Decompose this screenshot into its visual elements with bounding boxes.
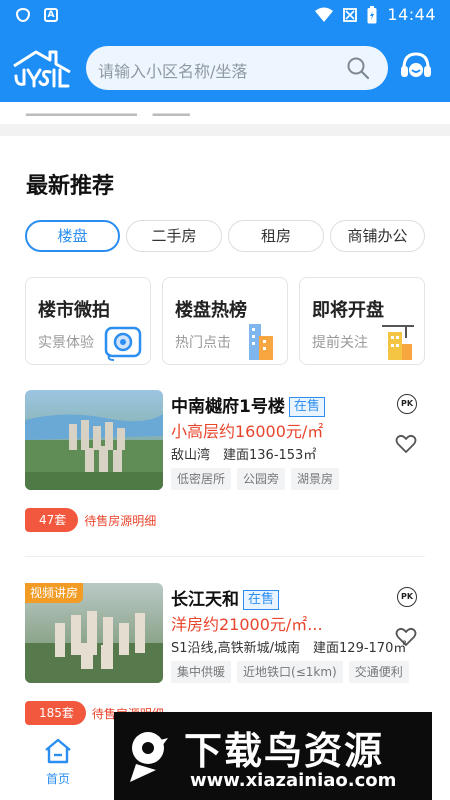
bird-logo-icon (130, 732, 168, 782)
favorite-heart-icon[interactable] (395, 434, 417, 454)
feature-subtitle: 热门点击 (175, 335, 231, 351)
app-notification-icon: A (44, 8, 58, 22)
listing-tag: 集中供暖 (171, 661, 232, 683)
listing-title: 长江天和 在售 (171, 585, 280, 610)
property-photo (25, 390, 163, 490)
clock: 14:44 (387, 5, 436, 24)
status-bar: A 14:44 (0, 0, 450, 32)
feature-title: 楼盘热榜 (175, 300, 247, 321)
nav-home-label: 首页 (45, 772, 70, 786)
watermark-title: 下载鸟资源 (184, 729, 385, 773)
category-tabs: 楼盘 二手房 租房 商铺办公 (25, 220, 425, 252)
signal-off-icon (343, 7, 358, 22)
tab-ershoufang[interactable]: 二手房 (126, 220, 222, 252)
building-icon (249, 324, 273, 360)
listing-tag: 近地铁口(≤1km) (237, 661, 343, 683)
feature-card-weipai[interactable]: 楼市微拍 实景体验 (25, 277, 151, 365)
watermark-overlay: 下载鸟资源 www.xiazainiao.com (114, 712, 432, 800)
wifi-icon (315, 7, 334, 22)
listing-tag: 低密居所 (171, 468, 232, 490)
unit-detail-link[interactable]: 待售房源明细 (84, 512, 156, 529)
feature-subtitle: 提前关注 (312, 335, 368, 351)
battery-icon (367, 5, 377, 23)
status-badge: 在售 (243, 590, 280, 610)
watermark-url: www.xiazainiao.com (190, 770, 397, 791)
listing-info: 敌山湾 建面136-153㎡ (171, 448, 317, 463)
listing-name: 中南樾府1号楼 (171, 397, 285, 417)
shield-icon (16, 8, 30, 22)
feature-card-kaipan[interactable]: 即将开盘 提前关注 (299, 277, 425, 365)
listing-divider (25, 556, 425, 557)
pk-compare-icon[interactable]: PK (397, 587, 417, 607)
feature-subtitle: 实景体验 (38, 335, 94, 351)
listing-tag: 交通便利 (348, 661, 409, 683)
feature-cards: 楼市微拍 实景体验 楼盘热榜 热门点击 即将开盘 提前关注 (25, 277, 425, 365)
nav-home[interactable]: 首页 (40, 738, 76, 787)
listing-price: 小高层约16000元/㎡ (171, 422, 324, 441)
listing-tags: 集中供暖 近地铁口(≤1km) 交通便利 (171, 661, 409, 683)
camera-icon (104, 326, 142, 361)
construction-icon (382, 325, 414, 360)
video-badge: 视频讲房 (25, 583, 84, 603)
listing-tag: 湖景房 (291, 468, 340, 490)
home-icon (45, 738, 71, 764)
listing-info: S1沿线,高铁新城/城南 建面129-170㎡ (171, 641, 407, 656)
listing-tag: 公园旁 (237, 468, 286, 490)
listing-name: 长江天和 (171, 590, 239, 610)
status-badge: 在售 (288, 397, 325, 417)
app-screen: A 14:44 请输入小区名称/坐落 ▁▁▁▁▁▁▁▁▁ ▁▁▁ 最新推荐 楼盘… (0, 0, 450, 800)
feature-title: 即将开盘 (312, 300, 384, 321)
listing-tags: 低密居所 公园旁 湖景房 (171, 468, 340, 490)
unit-count-badge: 47套 (25, 508, 79, 532)
listing-title: 中南樾府1号楼 在售 (171, 392, 325, 417)
listing-card[interactable]: 中南樾府1号楼 在售 PK 小高层约16000元/㎡ 敌山湾 建面136-153㎡… (25, 390, 425, 540)
section-title: 最新推荐 (26, 174, 115, 199)
unit-count-badge: 185套 (25, 701, 86, 725)
search-placeholder: 请输入小区名称/坐落 (98, 62, 248, 81)
tab-loupan[interactable]: 楼盘 (25, 220, 120, 252)
tab-zufang[interactable]: 租房 (228, 220, 324, 252)
listing-price: 洋房约21000元/㎡... (171, 615, 323, 634)
pk-compare-icon[interactable]: PK (397, 394, 417, 414)
scrolled-content-peek: ▁▁▁▁▁▁▁▁▁ ▁▁▁ (0, 102, 450, 124)
search-icon[interactable] (346, 56, 370, 80)
availability-row[interactable]: 47套 待售房源明细 (25, 508, 156, 532)
customer-service-icon[interactable] (398, 48, 434, 84)
search-bar[interactable]: 请输入小区名称/坐落 (86, 46, 388, 90)
listing-card[interactable]: 视频讲房 长江天和 在售 PK 洋房约21000元/㎡... S1沿线,高铁新城/… (25, 583, 425, 733)
section-separator (0, 124, 450, 136)
feature-card-rebang[interactable]: 楼盘热榜 热门点击 (162, 277, 288, 365)
tab-shangpu[interactable]: 商铺办公 (330, 220, 425, 252)
app-logo (13, 50, 71, 88)
top-header: A 14:44 请输入小区名称/坐落 (0, 0, 450, 102)
feature-title: 楼市微拍 (38, 300, 110, 321)
